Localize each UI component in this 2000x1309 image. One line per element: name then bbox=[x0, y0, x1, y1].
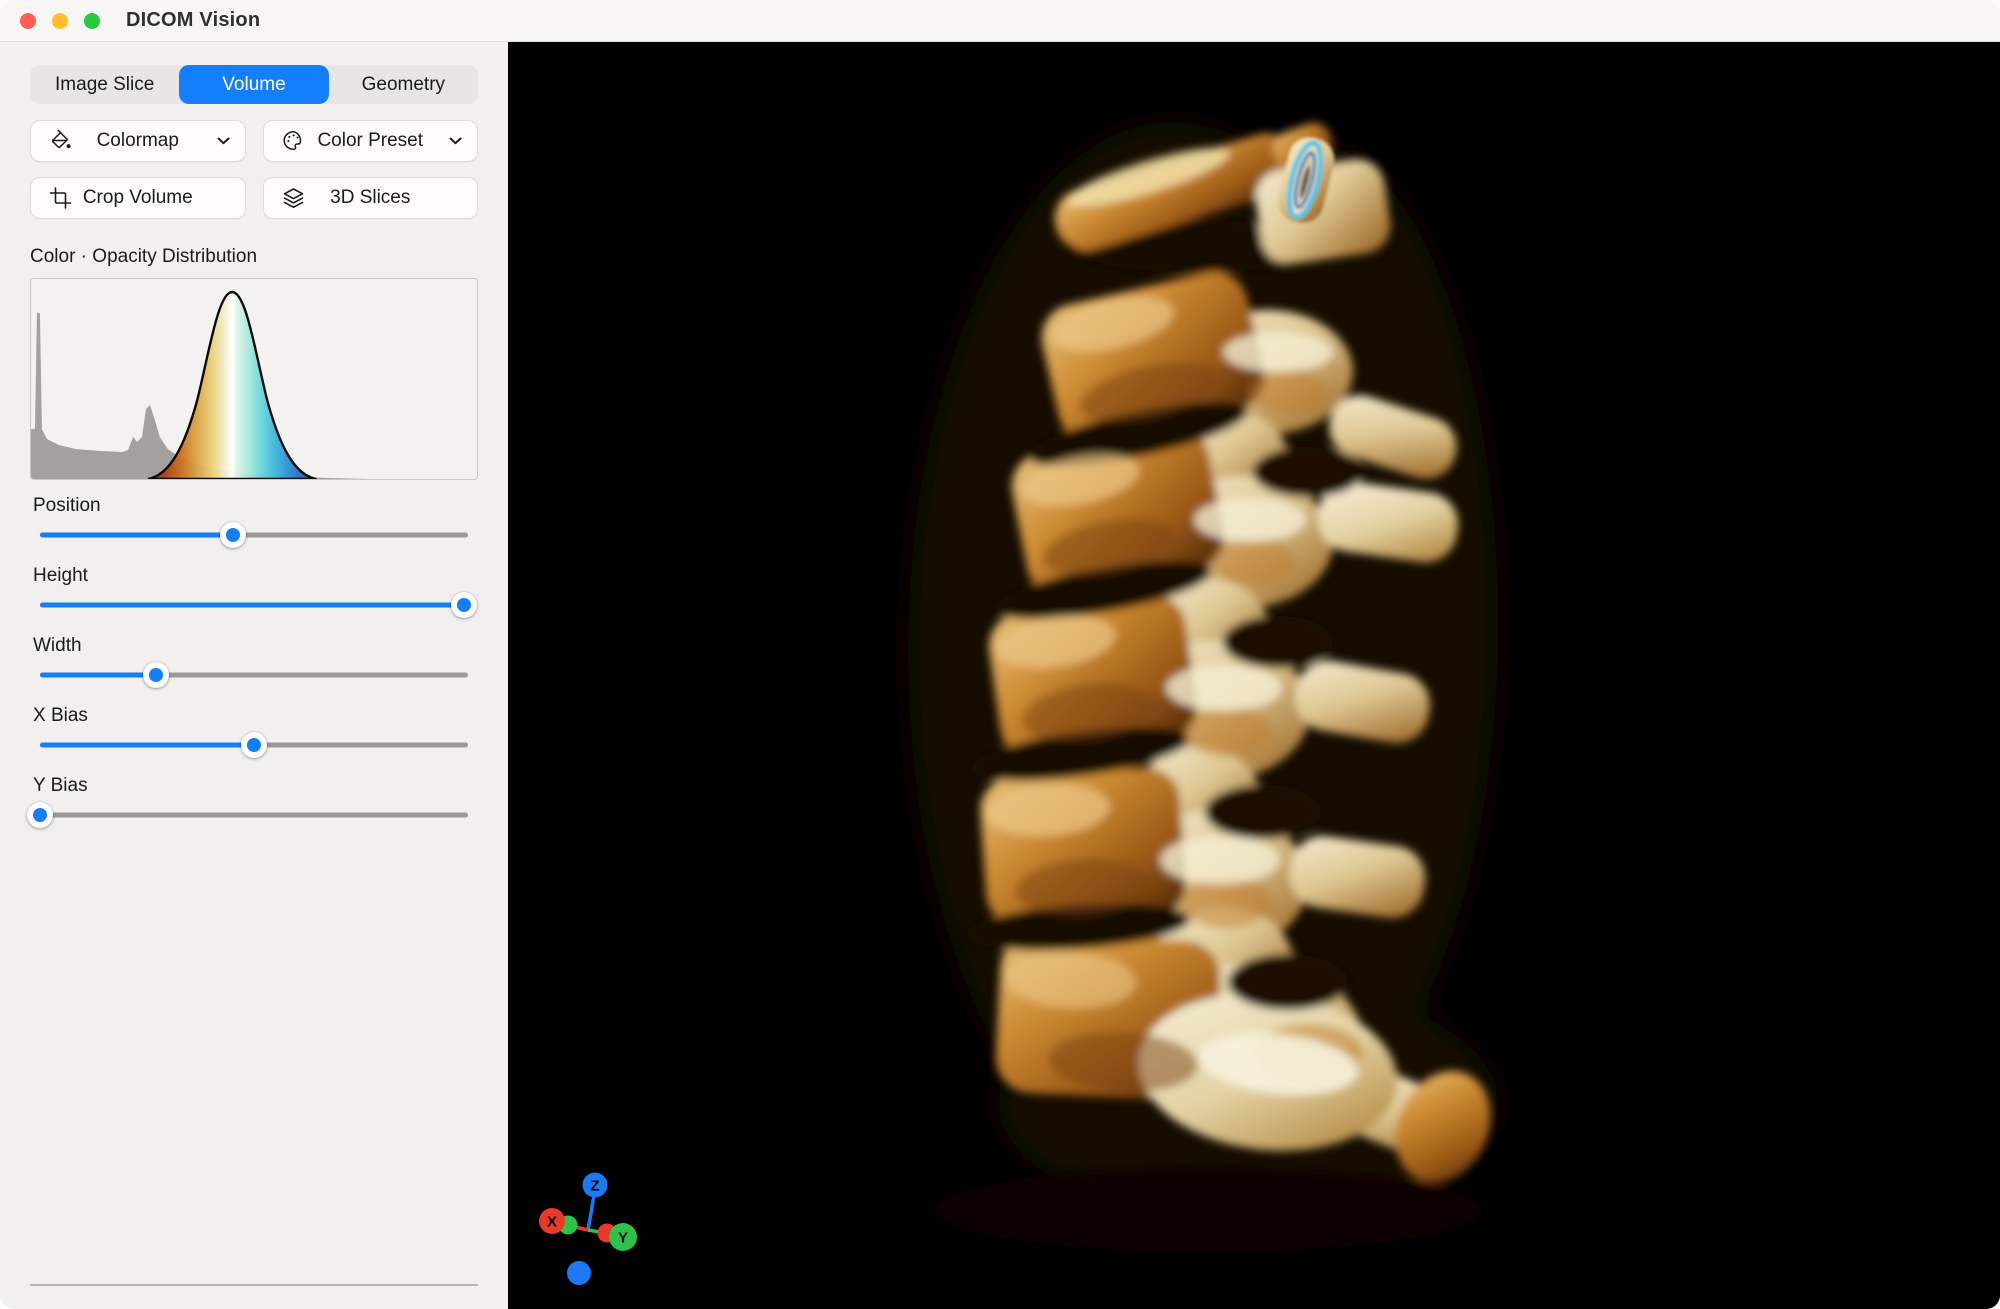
slider-thumb[interactable] bbox=[27, 802, 53, 828]
distribution-section-label: Color · Opacity Distribution bbox=[30, 246, 478, 268]
tool-buttons: Colormap Colo bbox=[30, 120, 478, 219]
y-bias-slider-group: Y Bias bbox=[30, 775, 478, 830]
x-bias-slider-group: X Bias bbox=[30, 705, 478, 760]
y-bias-slider[interactable] bbox=[40, 800, 468, 830]
tab-geometry[interactable]: Geometry bbox=[329, 65, 478, 104]
slider-track[interactable] bbox=[40, 813, 468, 818]
close-button[interactable] bbox=[20, 13, 36, 29]
x-bias-slider[interactable] bbox=[40, 730, 468, 760]
slider-thumb[interactable] bbox=[451, 592, 477, 618]
axis-label-y: Y bbox=[618, 1230, 628, 1247]
height-label: Height bbox=[33, 565, 478, 587]
transfer-function-plot bbox=[31, 279, 477, 479]
chevron-down-icon bbox=[449, 137, 462, 145]
mode-tabs: Image Slice Volume Geometry bbox=[30, 65, 478, 104]
app-window: DICOM Vision Image Slice Volume Geometry bbox=[0, 0, 2000, 1309]
width-slider-group: Width bbox=[30, 635, 478, 690]
sidebar-divider bbox=[30, 1284, 478, 1286]
traffic-lights bbox=[20, 13, 100, 29]
width-label: Width bbox=[33, 635, 478, 657]
axis-label-z: Z bbox=[590, 1178, 599, 1195]
position-slider[interactable] bbox=[40, 520, 468, 550]
crop-icon bbox=[49, 187, 72, 210]
position-slider-group: Position bbox=[30, 495, 478, 550]
palette-icon bbox=[282, 130, 305, 153]
slider-track-fill bbox=[40, 743, 254, 748]
color-preset-button[interactable]: Color Preset bbox=[263, 120, 479, 162]
height-slider[interactable] bbox=[40, 590, 468, 620]
minimize-button[interactable] bbox=[52, 13, 68, 29]
3d-slices-button[interactable]: 3D Slices bbox=[263, 177, 479, 219]
control-sidebar: Image Slice Volume Geometry Colormap bbox=[0, 42, 508, 1309]
slider-track-fill bbox=[40, 673, 156, 678]
title-bar: DICOM Vision bbox=[0, 0, 2000, 42]
crop-volume-label: Crop Volume bbox=[83, 187, 193, 209]
x-bias-label: X Bias bbox=[33, 705, 478, 727]
3d-slices-label: 3D Slices bbox=[330, 187, 410, 209]
width-slider[interactable] bbox=[40, 660, 468, 690]
axis-label-x: X bbox=[547, 1214, 557, 1231]
layers-icon bbox=[282, 187, 305, 210]
window-title: DICOM Vision bbox=[126, 9, 260, 32]
crop-volume-button[interactable]: Crop Volume bbox=[30, 177, 246, 219]
colormap-button[interactable]: Colormap bbox=[30, 120, 246, 162]
slider-thumb[interactable] bbox=[241, 732, 267, 758]
tab-image-slice[interactable]: Image Slice bbox=[30, 65, 179, 104]
colormap-label: Colormap bbox=[97, 130, 179, 152]
volume-render-canvas: X Z Y bbox=[508, 42, 2000, 1309]
tab-volume[interactable]: Volume bbox=[179, 65, 328, 104]
transfer-function-gaussian[interactable] bbox=[148, 292, 316, 479]
slider-thumb[interactable] bbox=[143, 662, 169, 688]
y-bias-label: Y Bias bbox=[33, 775, 478, 797]
slider-track-fill bbox=[40, 603, 464, 608]
slider-track-fill bbox=[40, 533, 233, 538]
volume-render-viewport[interactable]: X Z Y bbox=[508, 42, 2000, 1309]
chevron-down-icon bbox=[217, 137, 230, 145]
color-opacity-distribution-editor[interactable] bbox=[30, 278, 478, 480]
slider-thumb[interactable] bbox=[220, 522, 246, 548]
axis-ball-negative-z[interactable] bbox=[567, 1261, 591, 1285]
color-preset-label: Color Preset bbox=[317, 130, 423, 152]
paint-bucket-icon bbox=[49, 130, 72, 153]
height-slider-group: Height bbox=[30, 565, 478, 620]
position-label: Position bbox=[33, 495, 478, 517]
zoom-button[interactable] bbox=[84, 13, 100, 29]
